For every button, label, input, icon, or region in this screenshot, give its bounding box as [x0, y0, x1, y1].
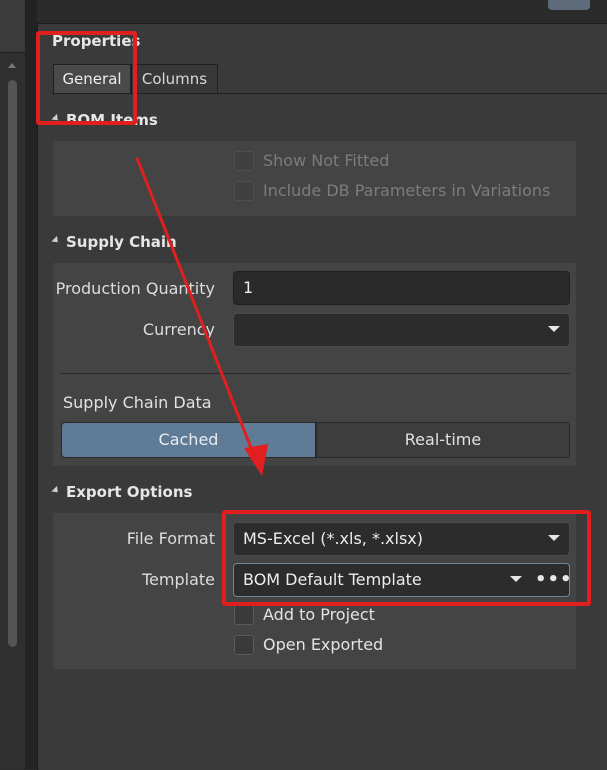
- annotation-arrow: [135, 157, 268, 476]
